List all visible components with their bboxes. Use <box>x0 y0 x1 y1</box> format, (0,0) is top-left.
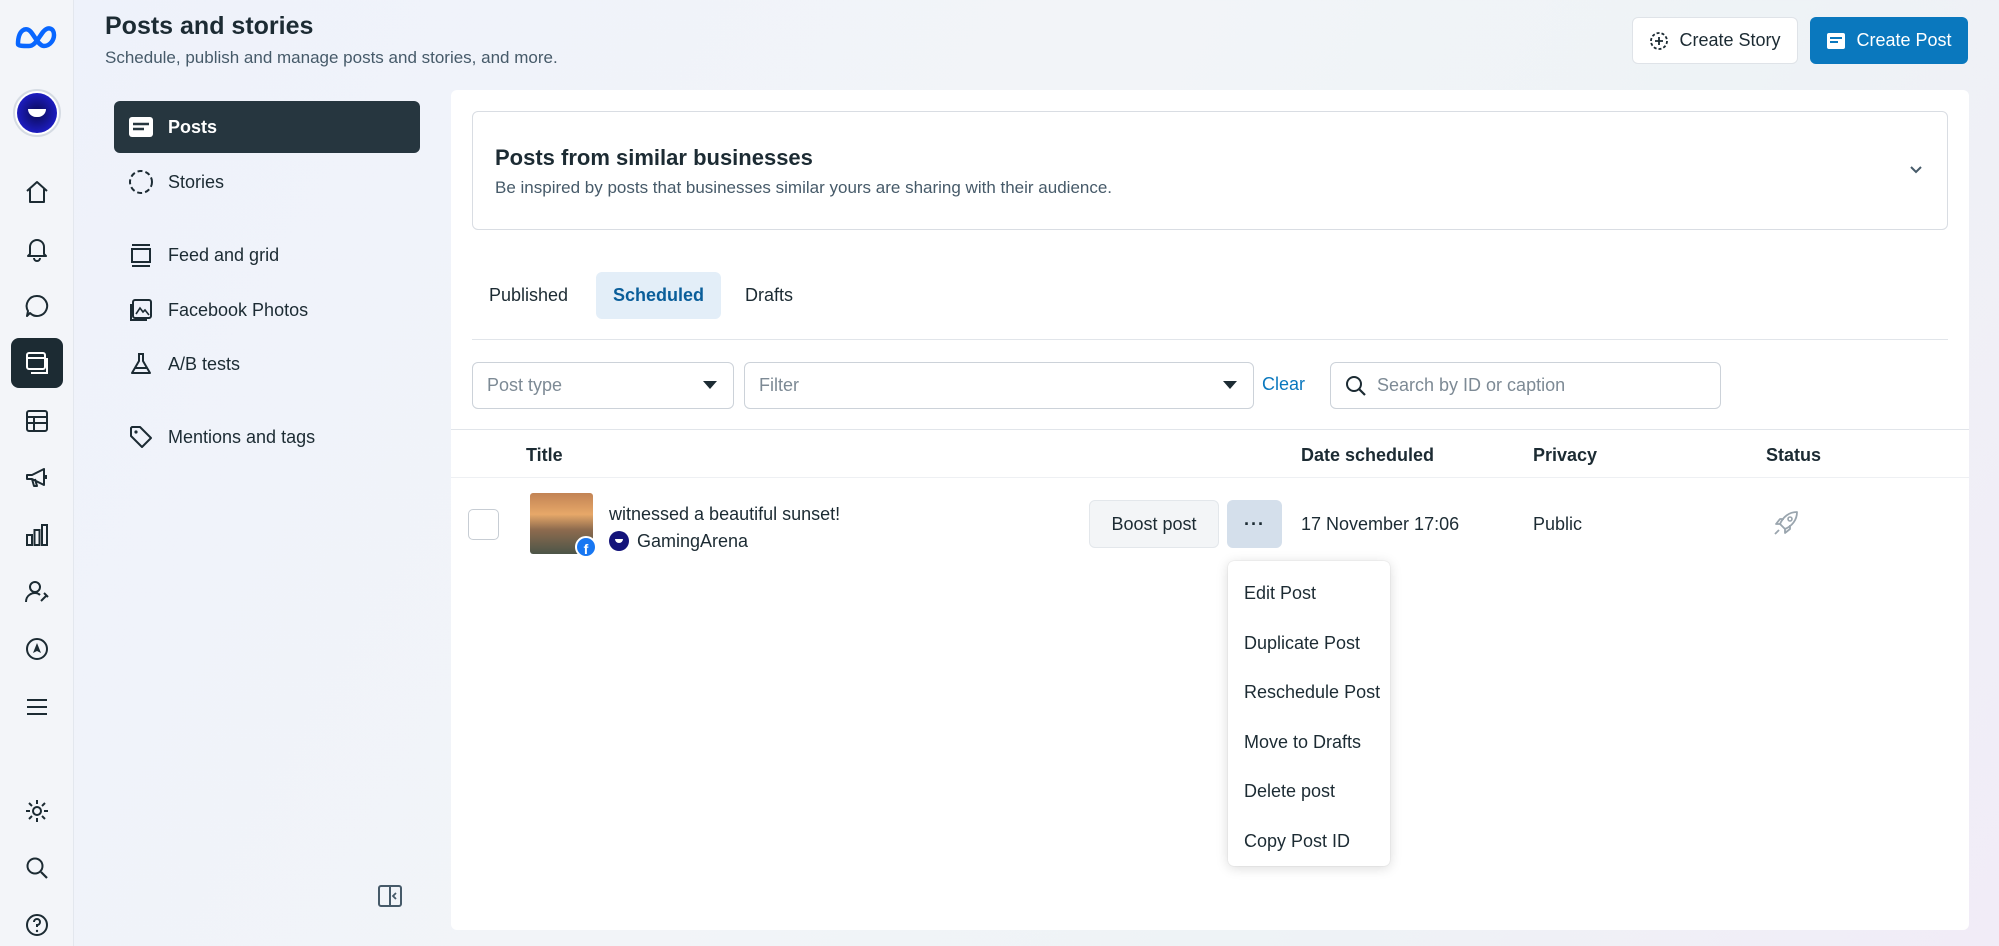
content-table-icon <box>24 408 50 434</box>
post-type-select[interactable]: Post type <box>472 362 734 409</box>
date-scheduled-cell: 17 November 17:06 <box>1301 514 1460 534</box>
rail-planner[interactable] <box>11 624 63 674</box>
menu-item-delete-post[interactable]: Delete post <box>1228 767 1390 817</box>
tab-drafts[interactable]: Drafts <box>728 272 810 319</box>
subnav-label-facebook-photos: Facebook Photos <box>168 299 309 320</box>
rail-help[interactable] <box>11 900 63 946</box>
settings-icon <box>24 798 50 824</box>
create-story-label: Create Story <box>1679 30 1781 50</box>
caret-down-icon <box>1223 381 1237 389</box>
rail-posts[interactable] <box>11 338 63 388</box>
menu-item-move-to-drafts[interactable]: Move to Drafts <box>1228 718 1390 768</box>
column-status: Status <box>1766 445 1822 465</box>
audience-icon <box>24 579 50 605</box>
menu-icon <box>24 694 50 720</box>
rail-content[interactable] <box>11 396 63 446</box>
main-panel: Posts from similar businesses Be inspire… <box>451 90 1969 930</box>
menu-item-copy-post-id[interactable]: Copy Post ID <box>1228 817 1390 867</box>
page-subtitle: Schedule, publish and manage posts and s… <box>105 48 558 67</box>
page-avatar <box>609 531 629 551</box>
tab-published[interactable]: Published <box>472 272 585 319</box>
meta-logo-icon[interactable] <box>14 22 60 52</box>
clear-filters-link[interactable]: Clear <box>1262 374 1305 395</box>
subnav-item-feed-grid[interactable]: Feed and grid <box>114 229 420 281</box>
search-input[interactable] <box>1377 375 1697 396</box>
caret-down-icon <box>703 381 717 389</box>
photos-icon <box>128 297 154 323</box>
page-name: GamingArena <box>637 531 749 551</box>
post-thumbnail[interactable]: f <box>530 493 597 558</box>
subnav-item-stories[interactable]: Stories <box>114 156 420 208</box>
search-icon <box>1345 375 1367 397</box>
rail-settings[interactable] <box>11 786 63 836</box>
account-avatar[interactable] <box>13 89 61 137</box>
menu-item-edit-post[interactable]: Edit Post <box>1228 569 1390 619</box>
more-options-button[interactable]: ··· <box>1227 500 1282 548</box>
tag-icon <box>128 424 154 450</box>
rail-ads[interactable] <box>11 453 63 503</box>
rail-insights[interactable] <box>11 510 63 560</box>
subnav-item-ab-tests[interactable]: A/B tests <box>114 338 420 390</box>
feed-grid-icon <box>128 242 154 268</box>
privacy-cell: Public <box>1533 514 1583 534</box>
table-header-divider <box>451 429 1969 430</box>
search-icon <box>24 855 50 881</box>
menu-item-duplicate-post[interactable]: Duplicate Post <box>1228 619 1390 669</box>
post-caption[interactable]: witnessed a beautiful sunset! <box>609 504 840 525</box>
column-date-scheduled: Date scheduled <box>1301 445 1435 465</box>
stories-icon <box>128 169 154 195</box>
subnav-label-ab-tests: A/B tests <box>168 353 241 374</box>
column-privacy: Privacy <box>1533 445 1598 465</box>
rail-home[interactable] <box>11 167 63 217</box>
rail-messages[interactable] <box>11 281 63 331</box>
subnav-item-facebook-photos[interactable]: Facebook Photos <box>114 284 420 336</box>
posts-icon <box>24 350 50 376</box>
collapse-sidebar-icon[interactable] <box>377 883 403 909</box>
planner-icon <box>24 636 50 662</box>
home-icon <box>24 179 50 205</box>
messages-icon <box>24 293 50 319</box>
subnav-item-mentions-tags[interactable]: Mentions and tags <box>114 411 420 463</box>
similar-businesses-card[interactable]: Posts from similar businesses Be inspire… <box>472 111 1948 230</box>
subnav-label-stories: Stories <box>168 171 225 192</box>
search-box[interactable] <box>1330 362 1721 409</box>
page-title: Posts and stories <box>105 12 314 40</box>
rail-audience[interactable] <box>11 567 63 617</box>
rail-notifications[interactable] <box>11 224 63 274</box>
insights-icon <box>24 522 50 548</box>
row-checkbox[interactable] <box>468 509 499 540</box>
create-post-label: Create Post <box>1856 30 1952 50</box>
subnav-label-posts: Posts <box>168 116 218 137</box>
subnav-item-posts[interactable]: Posts <box>114 101 420 153</box>
menu-item-reschedule-post[interactable]: Reschedule Post <box>1228 668 1390 718</box>
add-circle-icon <box>1649 31 1669 51</box>
create-post-button[interactable]: Create Post <box>1810 17 1968 64</box>
subnav-label-mentions-tags: Mentions and tags <box>168 426 316 447</box>
post-type-placeholder: Post type <box>487 375 563 395</box>
rail-search[interactable] <box>11 843 63 893</box>
subnav-label-feed-grid: Feed and grid <box>168 244 280 265</box>
post-options-menu: Edit Post Duplicate Post Reschedule Post… <box>1228 561 1390 866</box>
similar-title: Posts from similar businesses <box>495 145 813 170</box>
left-rail <box>0 0 74 946</box>
help-icon <box>24 912 50 938</box>
ads-megaphone-icon <box>24 465 50 491</box>
boost-post-button[interactable]: Boost post <box>1089 500 1219 548</box>
row-divider <box>451 477 1969 478</box>
posts-icon <box>128 116 154 138</box>
rocket-icon <box>1771 508 1801 538</box>
column-title: Title <box>526 445 563 465</box>
tab-scheduled[interactable]: Scheduled <box>596 272 722 319</box>
rail-menu[interactable] <box>11 682 63 732</box>
chevron-down-icon[interactable] <box>1907 160 1925 178</box>
filter-select[interactable]: Filter <box>744 362 1254 409</box>
tabs-divider <box>472 339 1948 340</box>
flask-icon <box>128 351 154 377</box>
similar-description: Be inspired by posts that businesses sim… <box>495 178 1113 197</box>
filter-placeholder: Filter <box>759 375 799 395</box>
facebook-icon: f <box>575 536 597 558</box>
create-story-button[interactable]: Create Story <box>1632 17 1798 64</box>
notifications-icon <box>24 236 50 262</box>
post-icon <box>1826 32 1846 50</box>
